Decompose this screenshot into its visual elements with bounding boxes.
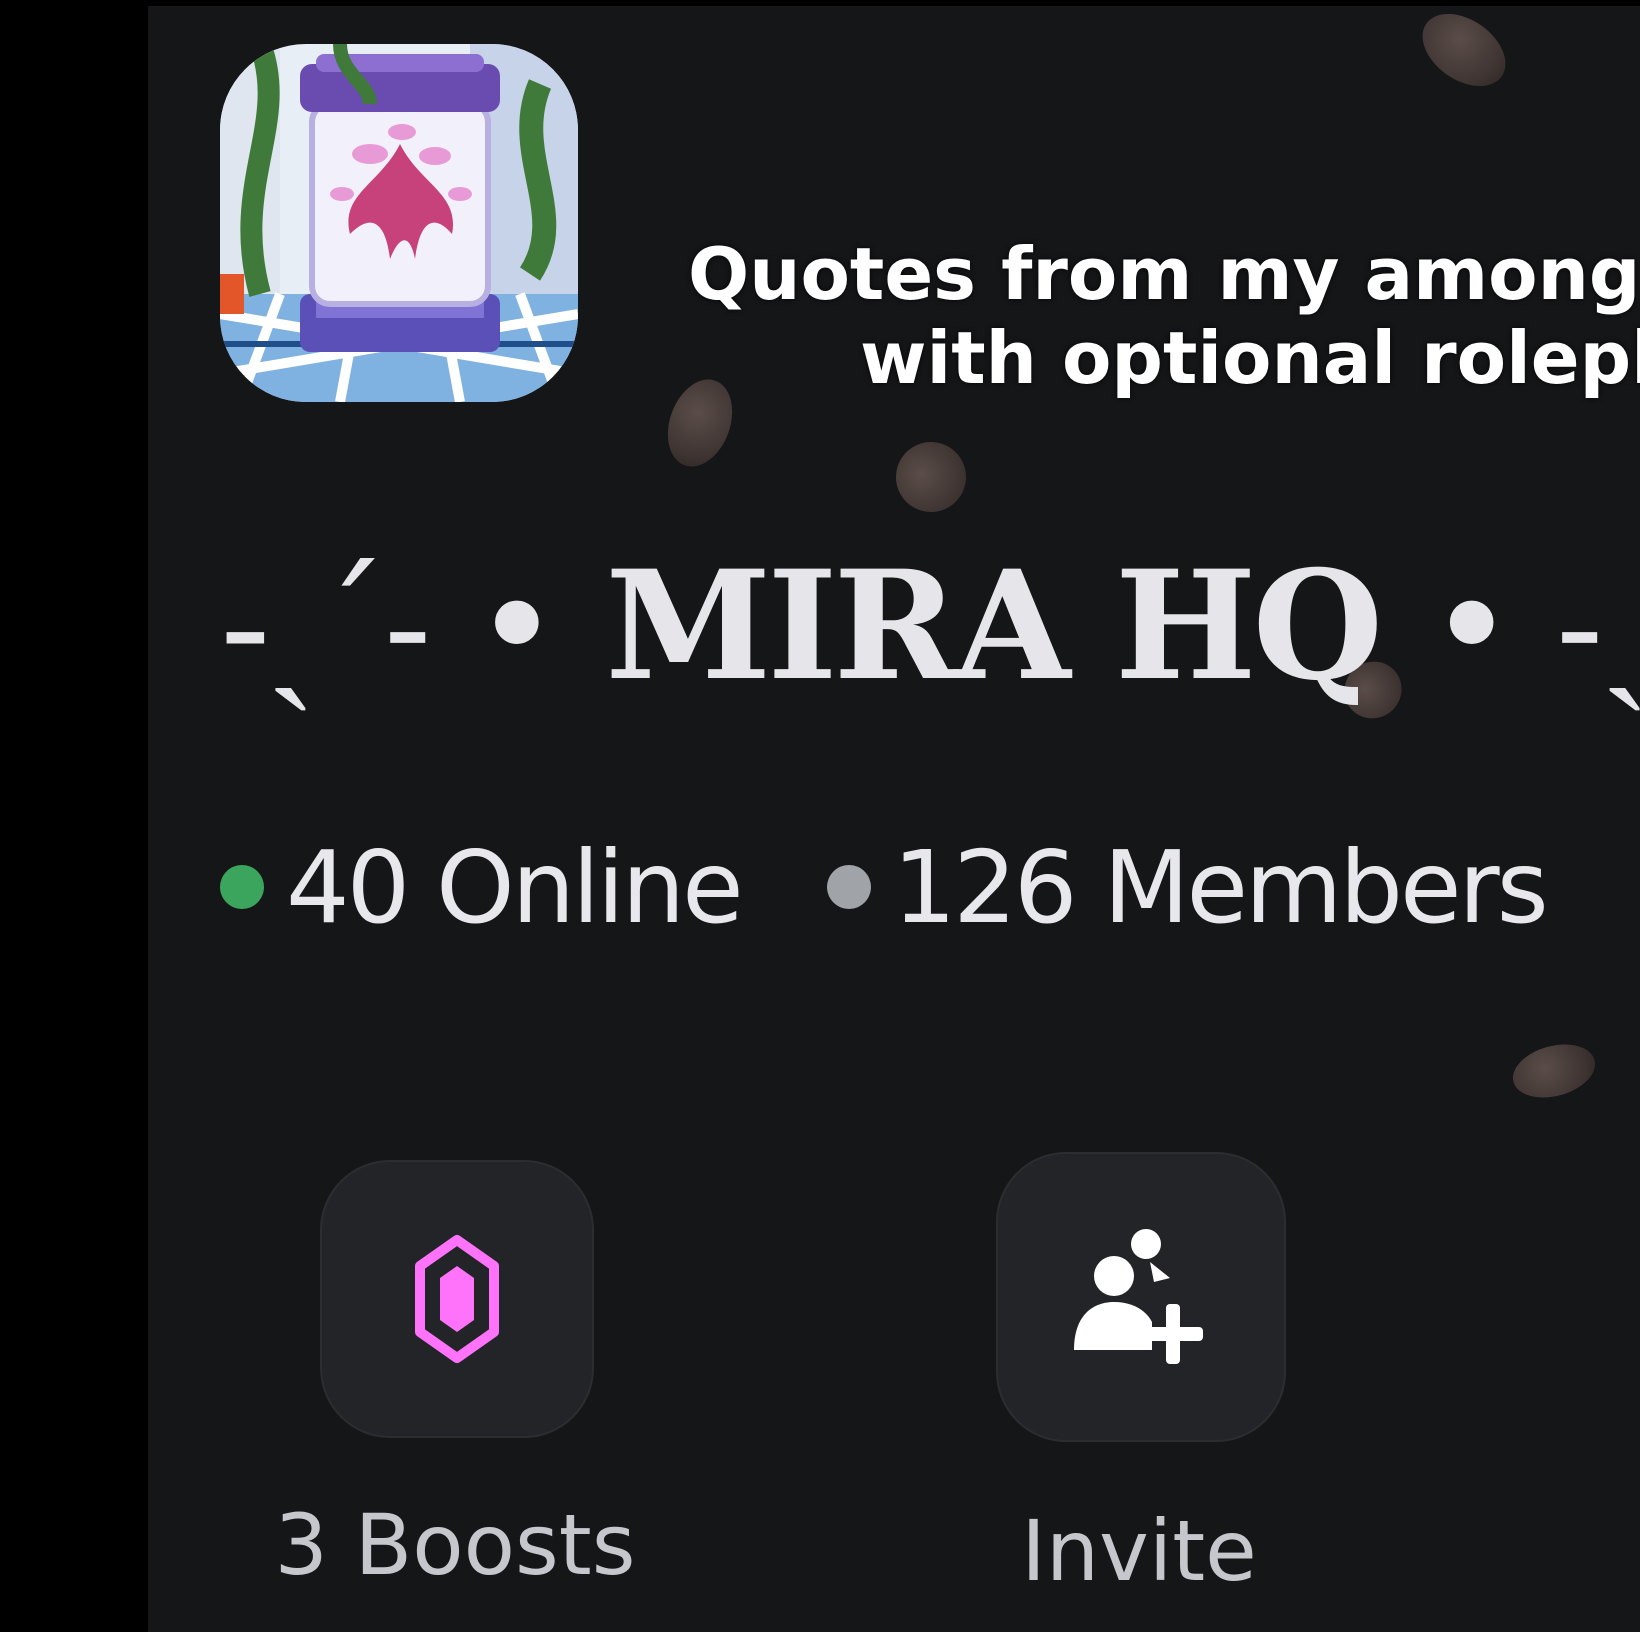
server-name-text: MIRA HQ <box>605 538 1383 714</box>
screen: Quotes from my among with optional rolep… <box>0 0 1640 1632</box>
online-count: 40 Online <box>220 828 744 946</box>
online-status-dot <box>220 865 264 909</box>
member-count-label: 126 Members <box>892 828 1549 946</box>
invite-label: Invite <box>1021 1502 1257 1600</box>
add-friend-icon <box>1074 1229 1203 1364</box>
server-info-panel: Quotes from my among with optional rolep… <box>148 6 1640 1632</box>
online-count-label: 40 Online <box>286 828 744 946</box>
video-caption: Quotes from my among with optional rolep… <box>688 232 1640 400</box>
server-stats: 40 Online 126 Members <box>220 829 1549 946</box>
left-black-strip <box>0 0 148 1632</box>
server-name-decoration-right: • ˗ˏˋ- <box>1427 540 1640 714</box>
confetti-decoration <box>1409 6 1519 101</box>
server-name-decoration-left: -ˎˊ˗ • <box>220 540 561 714</box>
member-count: 126 Members <box>826 828 1549 946</box>
boosts-label: 3 Boosts <box>274 1496 636 1594</box>
server-name: -ˎˊ˗ • MIRA HQ • ˗ˏˋ- <box>220 546 1640 707</box>
confetti-decoration <box>1506 1035 1602 1107</box>
invite-button[interactable] <box>996 1152 1286 1442</box>
boosts-button[interactable] <box>320 1160 594 1438</box>
boost-gem-icon <box>415 1235 499 1363</box>
member-status-dot <box>826 865 871 909</box>
caption-line-1: Quotes from my among <box>688 232 1640 316</box>
caption-line-2: with optional rolepla <box>860 316 1640 400</box>
server-icon[interactable] <box>220 44 578 402</box>
confetti-decoration <box>883 429 979 525</box>
specimen-jar-icon <box>220 44 578 402</box>
